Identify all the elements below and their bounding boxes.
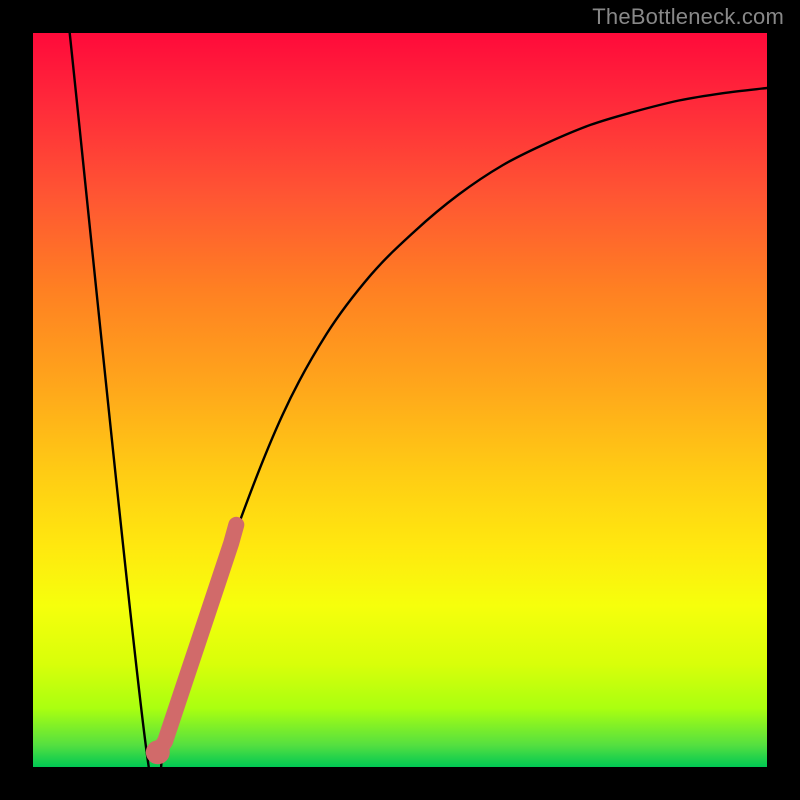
highlight-start-dot bbox=[146, 740, 170, 764]
highlight-segment bbox=[158, 525, 237, 753]
main-curve bbox=[70, 33, 767, 800]
chart-svg bbox=[33, 33, 767, 767]
plot-area bbox=[33, 33, 767, 767]
chart-frame: TheBottleneck.com bbox=[0, 0, 800, 800]
watermark-text: TheBottleneck.com bbox=[592, 4, 784, 30]
